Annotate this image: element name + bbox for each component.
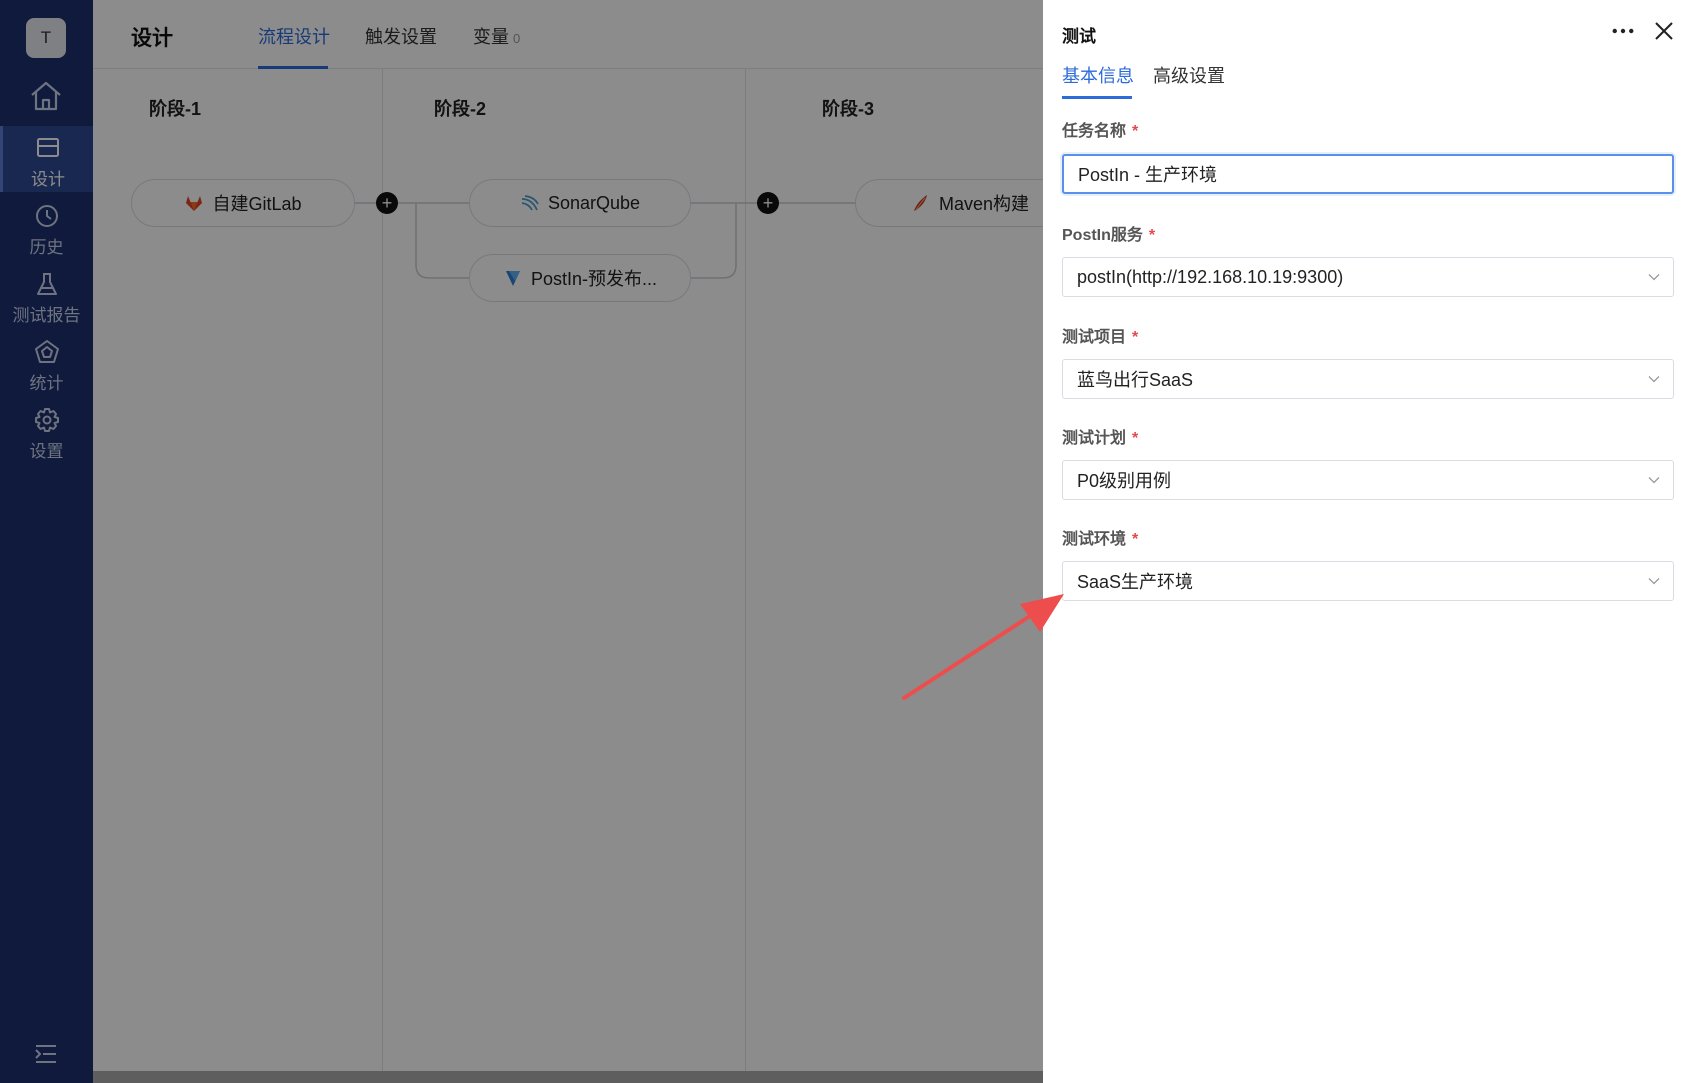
task-name-input[interactable]: PostIn - 生产环境 — [1062, 154, 1674, 194]
postin-service-label: PostIn服务 * — [1062, 227, 1156, 244]
horizontal-scrollbar[interactable] — [93, 1071, 1043, 1083]
chevron-down-icon — [1648, 376, 1660, 383]
tab-basic-info[interactable]: 基本信息 — [1062, 62, 1134, 88]
chevron-down-icon — [1648, 274, 1660, 281]
test-plan-label: 测试计划 * — [1062, 430, 1139, 447]
test-project-select[interactable]: 蓝鸟出行SaaS — [1062, 359, 1674, 399]
test-environment-label: 测试环境 * — [1062, 531, 1139, 548]
close-icon[interactable] — [1651, 18, 1677, 44]
test-project-label: 测试项目 * — [1062, 329, 1139, 346]
test-environment-select[interactable]: SaaS生产环境 — [1062, 561, 1674, 601]
more-options-icon[interactable] — [1609, 18, 1637, 44]
chevron-down-icon — [1648, 578, 1660, 585]
postin-service-select[interactable]: postIn(http://192.168.10.19:9300) — [1062, 257, 1674, 297]
tab-active-indicator — [1062, 96, 1132, 99]
test-plan-select[interactable]: P0级别用例 — [1062, 460, 1674, 500]
modal-overlay[interactable] — [0, 0, 1043, 1083]
tab-advanced-settings[interactable]: 高级设置 — [1153, 62, 1225, 88]
chevron-down-icon — [1648, 477, 1660, 484]
task-config-drawer: 测试 基本信息 高级设置 任务名称 * PostIn - 生产环境 PostIn服… — [1043, 0, 1693, 1083]
drawer-title: 测试 — [1062, 27, 1096, 46]
task-name-label: 任务名称 * — [1062, 123, 1139, 140]
